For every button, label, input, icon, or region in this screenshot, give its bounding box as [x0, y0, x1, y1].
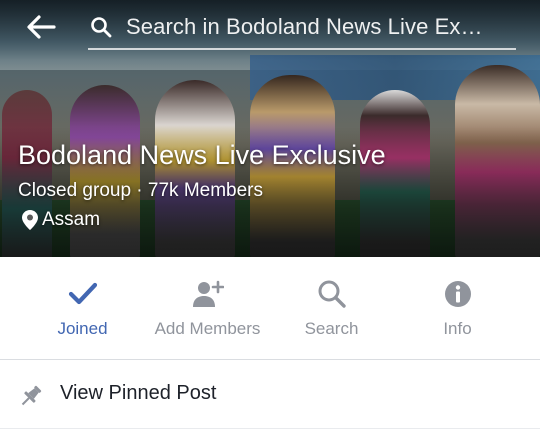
view-pinned-post-label: View Pinned Post — [60, 382, 217, 404]
search-placeholder: Search in Bodoland News Live Ex… — [126, 14, 483, 39]
add-members-button[interactable]: Add Members — [140, 257, 275, 359]
search-icon — [91, 17, 112, 38]
view-pinned-post-row[interactable]: View Pinned Post — [0, 360, 540, 429]
location-label: Assam — [42, 209, 101, 230]
back-arrow-icon — [27, 15, 56, 39]
info-button[interactable]: Info — [390, 257, 525, 359]
group-privacy-members: Closed group · 77k Members — [18, 180, 263, 201]
pushpin-icon — [21, 385, 42, 406]
group-name: Bodoland News Live Exclusive — [18, 140, 386, 170]
joined-button[interactable]: Joined — [15, 257, 150, 359]
joined-label: Joined — [57, 319, 108, 338]
group-search-input[interactable]: Search in Bodoland News Live Ex… — [88, 8, 516, 50]
add-members-label: Add Members — [154, 319, 261, 338]
location-pin-icon — [22, 210, 38, 230]
search-button[interactable]: Search — [264, 257, 399, 359]
checkmark-icon — [68, 282, 97, 305]
group-action-bar: Joined Add Members Search Info — [0, 257, 540, 360]
search-label: Search — [304, 319, 359, 338]
add-person-icon — [192, 280, 224, 307]
info-label: Info — [443, 319, 472, 338]
search-icon — [318, 280, 346, 308]
back-button[interactable] — [24, 12, 58, 42]
info-icon — [444, 281, 471, 307]
cover-photo[interactable]: Search in Bodoland News Live Ex… Bodolan… — [0, 0, 540, 257]
